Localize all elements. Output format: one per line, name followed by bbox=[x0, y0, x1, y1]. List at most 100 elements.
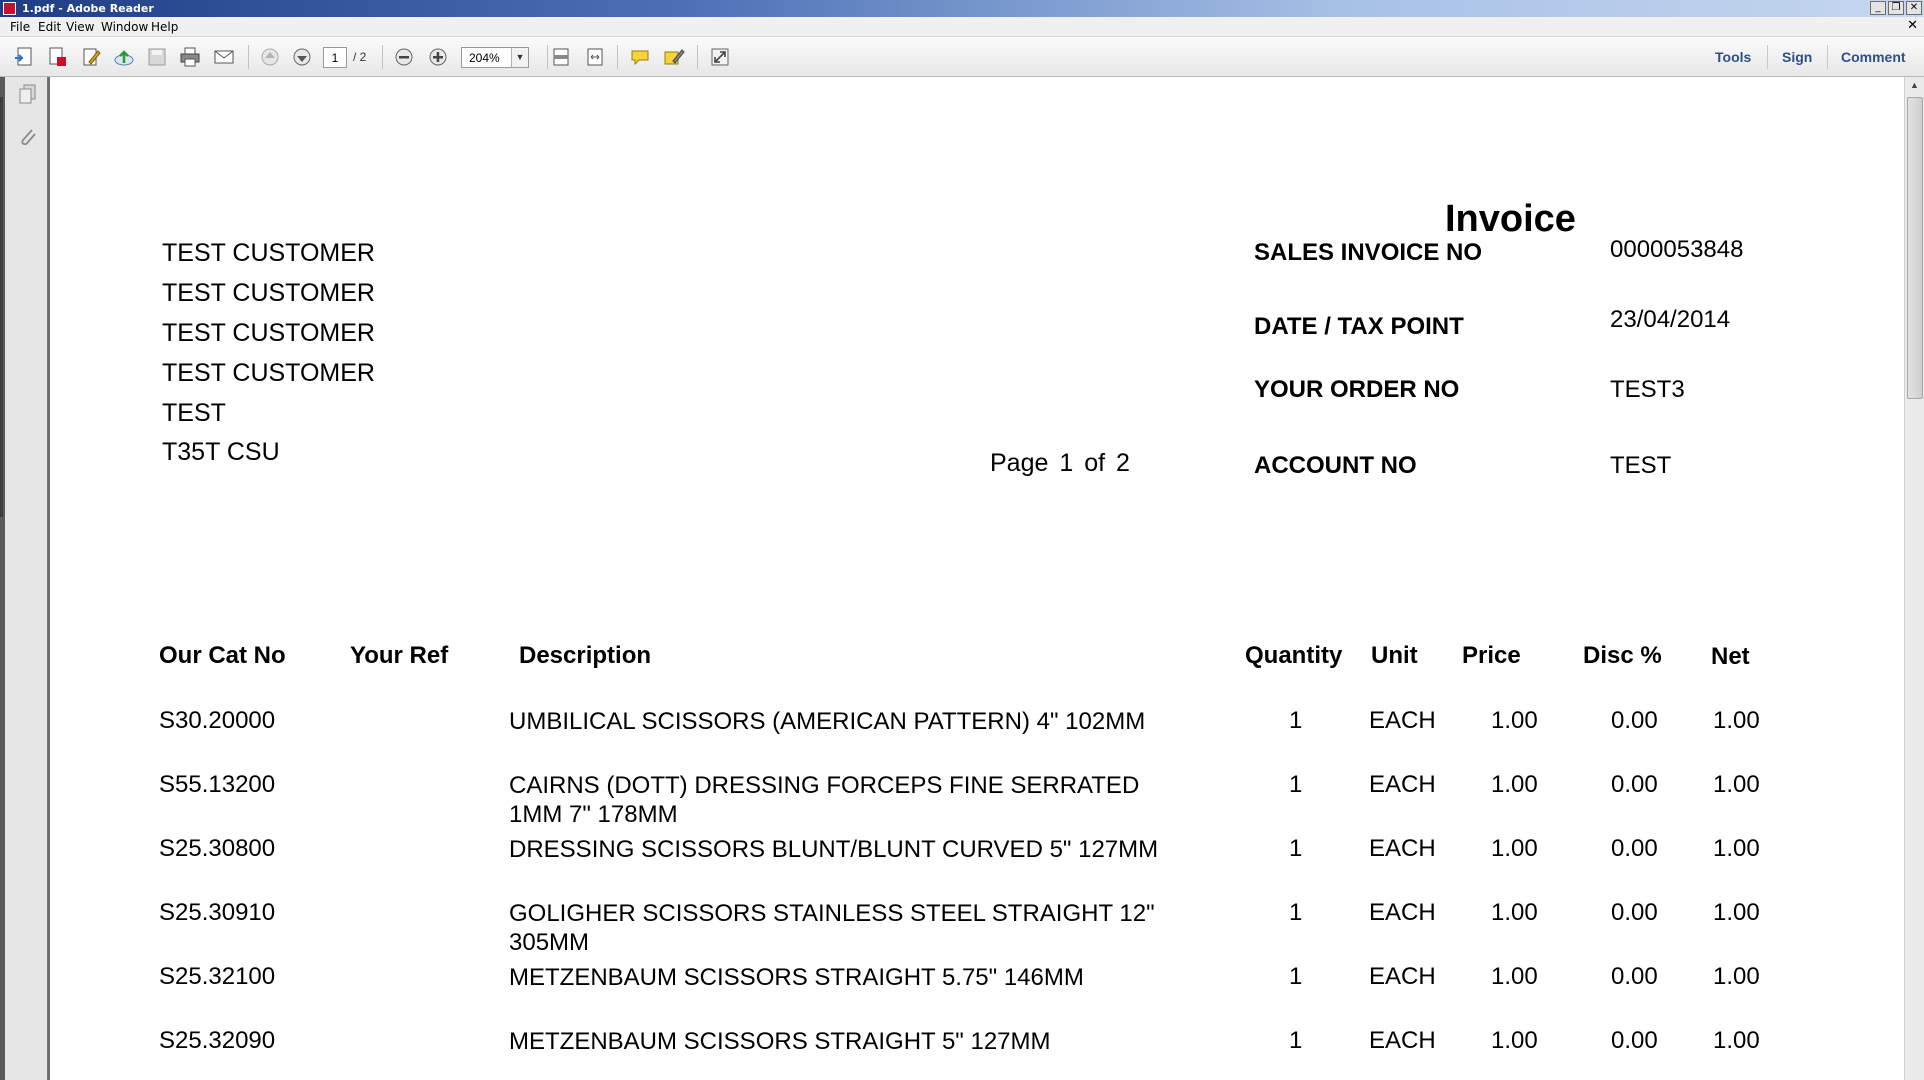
toolbar-separator bbox=[382, 45, 383, 69]
page-total-label: / 2 bbox=[353, 50, 367, 64]
customer-address-line: TEST CUSTOMER bbox=[162, 239, 375, 267]
row-quantity: 1 bbox=[1289, 899, 1303, 926]
row-price: 1.00 bbox=[1491, 835, 1538, 862]
menu-help[interactable]: Help bbox=[151, 20, 178, 34]
row-cat-no: S25.32100 bbox=[159, 963, 276, 990]
row-unit: EACH bbox=[1369, 963, 1436, 990]
create-pdf-icon[interactable] bbox=[12, 45, 36, 69]
row-net: 1.00 bbox=[1713, 771, 1760, 798]
zoom-level-field[interactable]: 204% ▼ bbox=[461, 47, 529, 68]
navigation-pane bbox=[0, 77, 48, 1080]
menu-view[interactable]: View bbox=[66, 20, 94, 34]
minimize-button[interactable]: _ bbox=[1870, 1, 1886, 15]
scroll-up-arrow[interactable]: ▲ bbox=[1905, 77, 1924, 94]
row-disc: 0.00 bbox=[1611, 963, 1658, 990]
close-document-button[interactable]: ✕ bbox=[1907, 18, 1918, 33]
full-screen-icon[interactable] bbox=[708, 45, 732, 69]
toolbar: / 2 204% ▼ Tools Sign Comment bbox=[0, 37, 1924, 77]
navigation-pane-buttons bbox=[5, 77, 48, 1080]
pages-icon[interactable] bbox=[17, 83, 39, 107]
column-header-your-ref: Your Ref bbox=[350, 642, 449, 669]
row-net: 1.00 bbox=[1713, 963, 1760, 990]
account-no-value: TEST bbox=[1610, 452, 1672, 479]
restore-button[interactable]: ❐ bbox=[1888, 1, 1904, 15]
account-no-label: ACCOUNT NO bbox=[1254, 452, 1417, 479]
column-header-quantity: Quantity bbox=[1245, 642, 1343, 669]
customer-address-line: TEST bbox=[162, 399, 226, 427]
row-disc: 0.00 bbox=[1611, 771, 1658, 798]
email-icon[interactable] bbox=[212, 45, 236, 69]
edit-pdf-icon[interactable] bbox=[79, 45, 103, 69]
customer-address-line: TEST CUSTOMER bbox=[162, 359, 375, 387]
toolbar-separator bbox=[547, 45, 548, 69]
sales-invoice-no-label: SALES INVOICE NO bbox=[1254, 239, 1483, 266]
save-icon[interactable] bbox=[145, 45, 169, 69]
document-viewport[interactable]: Invoice TEST CUSTOMER TEST CUSTOMER TEST… bbox=[48, 77, 1904, 1080]
row-unit: EACH bbox=[1369, 899, 1436, 926]
toolbar-separator bbox=[617, 45, 618, 69]
page-number-input[interactable] bbox=[323, 47, 347, 68]
date-tax-point-value: 23/04/2014 bbox=[1610, 306, 1731, 333]
highlight-icon[interactable] bbox=[662, 45, 686, 69]
close-button[interactable]: ✕ bbox=[1906, 1, 1922, 15]
row-description: METZENBAUM SCISSORS STRAIGHT 5" 127MM bbox=[509, 1028, 1051, 1055]
toolbar-separator bbox=[1827, 45, 1828, 69]
tools-pane-button[interactable]: Tools bbox=[1715, 49, 1751, 65]
zoom-dropdown-button[interactable]: ▼ bbox=[511, 48, 528, 67]
scrollbar-thumb[interactable] bbox=[1907, 97, 1923, 399]
your-order-no-value: TEST3 bbox=[1610, 376, 1685, 403]
row-cat-no: S25.30910 bbox=[159, 899, 276, 926]
export-pdf-icon[interactable] bbox=[45, 45, 69, 69]
row-description: DRESSING SCISSORS BLUNT/BLUNT CURVED 5" … bbox=[509, 836, 1159, 863]
sign-pane-button[interactable]: Sign bbox=[1782, 49, 1812, 65]
menu-bar: File Edit View Window Help ✕ bbox=[0, 17, 1924, 37]
menu-file[interactable]: File bbox=[10, 20, 30, 34]
row-disc: 0.00 bbox=[1611, 899, 1658, 926]
print-icon[interactable] bbox=[178, 45, 202, 69]
column-header-disc: Disc % bbox=[1583, 642, 1662, 669]
row-description: GOLIGHER SCISSORS STAINLESS STEEL STRAIG… bbox=[509, 900, 1155, 956]
toolbar-separator bbox=[697, 45, 698, 69]
row-price: 1.00 bbox=[1491, 707, 1538, 734]
adobe-reader-app-icon bbox=[3, 2, 16, 15]
column-header-unit: Unit bbox=[1371, 642, 1418, 669]
zoom-out-icon[interactable] bbox=[392, 45, 416, 69]
menu-edit[interactable]: Edit bbox=[38, 20, 61, 34]
comment-icon[interactable] bbox=[628, 45, 652, 69]
attachments-icon[interactable] bbox=[17, 125, 39, 149]
row-price: 1.00 bbox=[1491, 1027, 1538, 1054]
fit-width-icon[interactable] bbox=[583, 45, 607, 69]
vertical-scrollbar[interactable]: ▲ bbox=[1904, 77, 1924, 1080]
previous-page-icon[interactable] bbox=[258, 45, 282, 69]
sales-invoice-no-value: 0000053848 bbox=[1610, 236, 1744, 263]
row-unit: EACH bbox=[1369, 707, 1436, 734]
of-label: of bbox=[1084, 449, 1106, 477]
row-net: 1.00 bbox=[1713, 835, 1760, 862]
comment-pane-button[interactable]: Comment bbox=[1841, 49, 1906, 65]
row-quantity: 1 bbox=[1289, 1027, 1303, 1054]
page-info: Page 1 of 2 bbox=[990, 449, 1130, 478]
row-description: CAIRNS (DOTT) DRESSING FORCEPS FINE SERR… bbox=[509, 772, 1140, 828]
column-header-price: Price bbox=[1462, 642, 1521, 669]
row-quantity: 1 bbox=[1289, 707, 1303, 734]
row-quantity: 1 bbox=[1289, 835, 1303, 862]
customer-address-line: TEST CUSTOMER bbox=[162, 319, 375, 347]
row-net: 1.00 bbox=[1713, 1027, 1760, 1054]
row-cat-no: S30.20000 bbox=[159, 707, 276, 734]
row-net: 1.00 bbox=[1713, 707, 1760, 734]
next-page-icon[interactable] bbox=[290, 45, 314, 69]
menu-window[interactable]: Window bbox=[101, 20, 148, 34]
row-unit: EACH bbox=[1369, 1027, 1436, 1054]
row-price: 1.00 bbox=[1491, 771, 1538, 798]
column-header-description: Description bbox=[519, 642, 652, 669]
row-cat-no: S25.32090 bbox=[159, 1027, 276, 1054]
zoom-level-value: 204% bbox=[469, 51, 500, 65]
pdf-page: Invoice TEST CUSTOMER TEST CUSTOMER TEST… bbox=[50, 77, 1904, 1080]
title-bar: 1.pdf - Adobe Reader _ ❐ ✕ bbox=[0, 0, 1924, 17]
customer-address-line: TEST CUSTOMER bbox=[162, 279, 375, 307]
zoom-in-icon[interactable] bbox=[426, 45, 450, 69]
page-number: 1 bbox=[1059, 449, 1074, 477]
your-order-no-label: YOUR ORDER NO bbox=[1254, 376, 1460, 403]
fit-page-icon[interactable] bbox=[549, 45, 573, 69]
upload-cloud-icon[interactable] bbox=[112, 45, 136, 69]
